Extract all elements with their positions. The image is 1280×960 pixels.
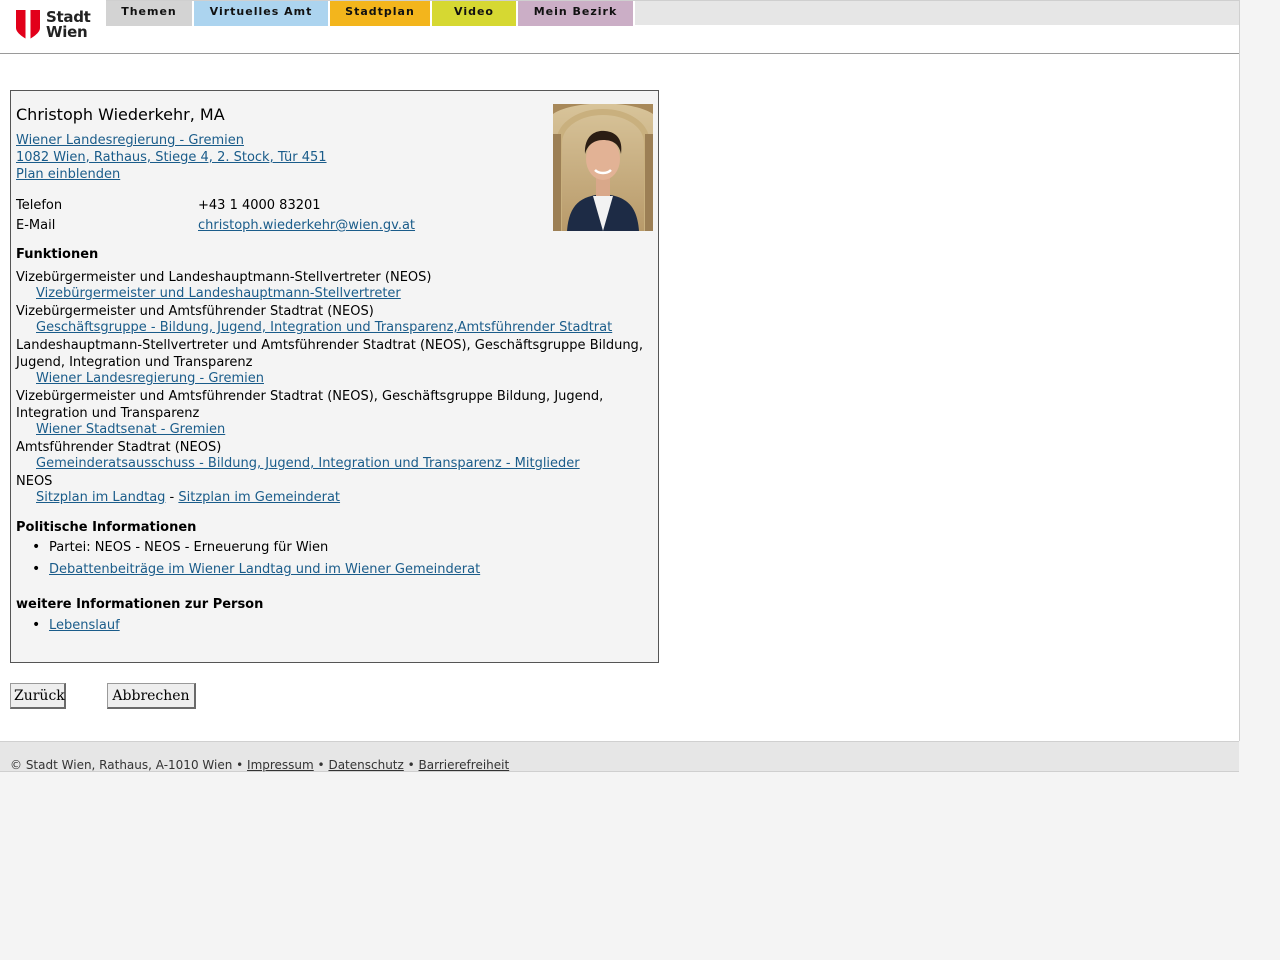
- footer-accessibility-link[interactable]: Barrierefreiheit: [419, 758, 510, 772]
- footer-sep-1: •: [232, 758, 248, 772]
- site-footer: © Stadt Wien, Rathaus, A-1010 Wien • Imp…: [0, 741, 1239, 772]
- function-text-1: Vizebürgermeister und Landeshauptmann-St…: [16, 270, 432, 285]
- function-link-2[interactable]: Geschäftsgruppe - Bildung, Jugend, Integ…: [36, 320, 612, 335]
- back-button[interactable]: Zurück: [10, 683, 66, 709]
- show-map-link[interactable]: Plan einblenden: [16, 167, 120, 182]
- functions-heading: Funktionen: [16, 247, 99, 262]
- seat-plan-links: Sitzplan im Landtag - Sitzplan im Gemein…: [36, 490, 340, 505]
- person-name: Christoph Wiederkehr, MA: [16, 105, 225, 124]
- person-detail-panel: Christoph Wiederkehr, MA Wiener Landesre…: [10, 90, 659, 663]
- seat-plan-separator: -: [165, 490, 179, 505]
- wien-shield-icon: [16, 10, 40, 40]
- function-text-3: Landeshauptmann-Stellvertreter und Amtsf…: [16, 338, 643, 370]
- party-text: NEOS: [16, 474, 53, 489]
- function-link-5[interactable]: Gemeinderatsausschuss - Bildung, Jugend,…: [36, 456, 580, 471]
- debates-item: Debattenbeiträge im Wiener Landtag und i…: [32, 561, 480, 577]
- nav-tab-mein-bezirk[interactable]: Mein Bezirk: [518, 1, 635, 26]
- org-link[interactable]: Wiener Landesregierung - Gremien: [16, 133, 244, 148]
- function-text-5: Amtsführender Stadtrat (NEOS): [16, 440, 222, 455]
- more-info-heading: weitere Informationen zur Person: [16, 597, 264, 612]
- page-content: Stadt Wien Themen Virtuelles Amt Stadtpl…: [0, 0, 1240, 741]
- phone-number: +43 1 4000 83201: [198, 198, 321, 213]
- email-link[interactable]: christoph.wiederkehr@wien.gv.at: [198, 218, 415, 233]
- cv-item: Lebenslauf: [32, 617, 120, 633]
- nav-tab-virtuelles-amt[interactable]: Virtuelles Amt: [194, 1, 330, 26]
- site-header: Stadt Wien Themen Virtuelles Amt Stadtpl…: [0, 0, 1239, 54]
- seat-plan-landtag-link[interactable]: Sitzplan im Landtag: [36, 490, 165, 505]
- nav-tab-video[interactable]: Video: [432, 1, 518, 26]
- phone-label: Telefon: [16, 198, 63, 213]
- phone-row: Telefon +43 1 4000 83201: [16, 198, 321, 213]
- address-link[interactable]: 1082 Wien, Rathaus, Stiege 4, 2. Stock, …: [16, 150, 327, 165]
- cv-link[interactable]: Lebenslauf: [49, 618, 120, 633]
- cancel-button[interactable]: Abbrechen: [107, 683, 196, 709]
- party-item: Partei: NEOS - NEOS - Erneuerung für Wie…: [32, 539, 328, 555]
- logo-line-2: Wien: [46, 23, 88, 41]
- function-link-4[interactable]: Wiener Stadtsenat - Gremien: [36, 422, 225, 437]
- footer-sep-2: •: [313, 758, 329, 772]
- footer-copyright: © Stadt Wien, Rathaus, A-1010 Wien: [10, 758, 233, 772]
- footer-line: © Stadt Wien, Rathaus, A-1010 Wien • Imp…: [10, 758, 509, 772]
- function-link-1[interactable]: Vizebürgermeister und Landeshauptmann-St…: [36, 286, 401, 301]
- person-photo: [553, 104, 653, 231]
- function-link-3[interactable]: Wiener Landesregierung - Gremien: [36, 371, 264, 386]
- stadt-wien-logo[interactable]: Stadt Wien: [16, 10, 91, 40]
- main-navigation: Themen Virtuelles Amt Stadtplan Video Me…: [106, 0, 1239, 26]
- function-text-4: Vizebürgermeister und Amtsführender Stad…: [16, 389, 604, 421]
- debates-link[interactable]: Debattenbeiträge im Wiener Landtag und i…: [49, 562, 480, 577]
- email-label: E-Mail: [16, 218, 56, 233]
- email-row: E-Mail christoph.wiederkehr@wien.gv.at: [16, 218, 415, 233]
- seat-plan-gemeinderat-link[interactable]: Sitzplan im Gemeinderat: [178, 490, 340, 505]
- footer-sep-3: •: [403, 758, 419, 772]
- footer-privacy-link[interactable]: Datenschutz: [328, 758, 403, 772]
- nav-tab-themen[interactable]: Themen: [106, 1, 194, 26]
- political-info-heading: Politische Informationen: [16, 520, 197, 535]
- nav-tab-stadtplan[interactable]: Stadtplan: [330, 1, 432, 26]
- function-text-2: Vizebürgermeister und Amtsführender Stad…: [16, 304, 374, 319]
- footer-imprint-link[interactable]: Impressum: [247, 758, 314, 772]
